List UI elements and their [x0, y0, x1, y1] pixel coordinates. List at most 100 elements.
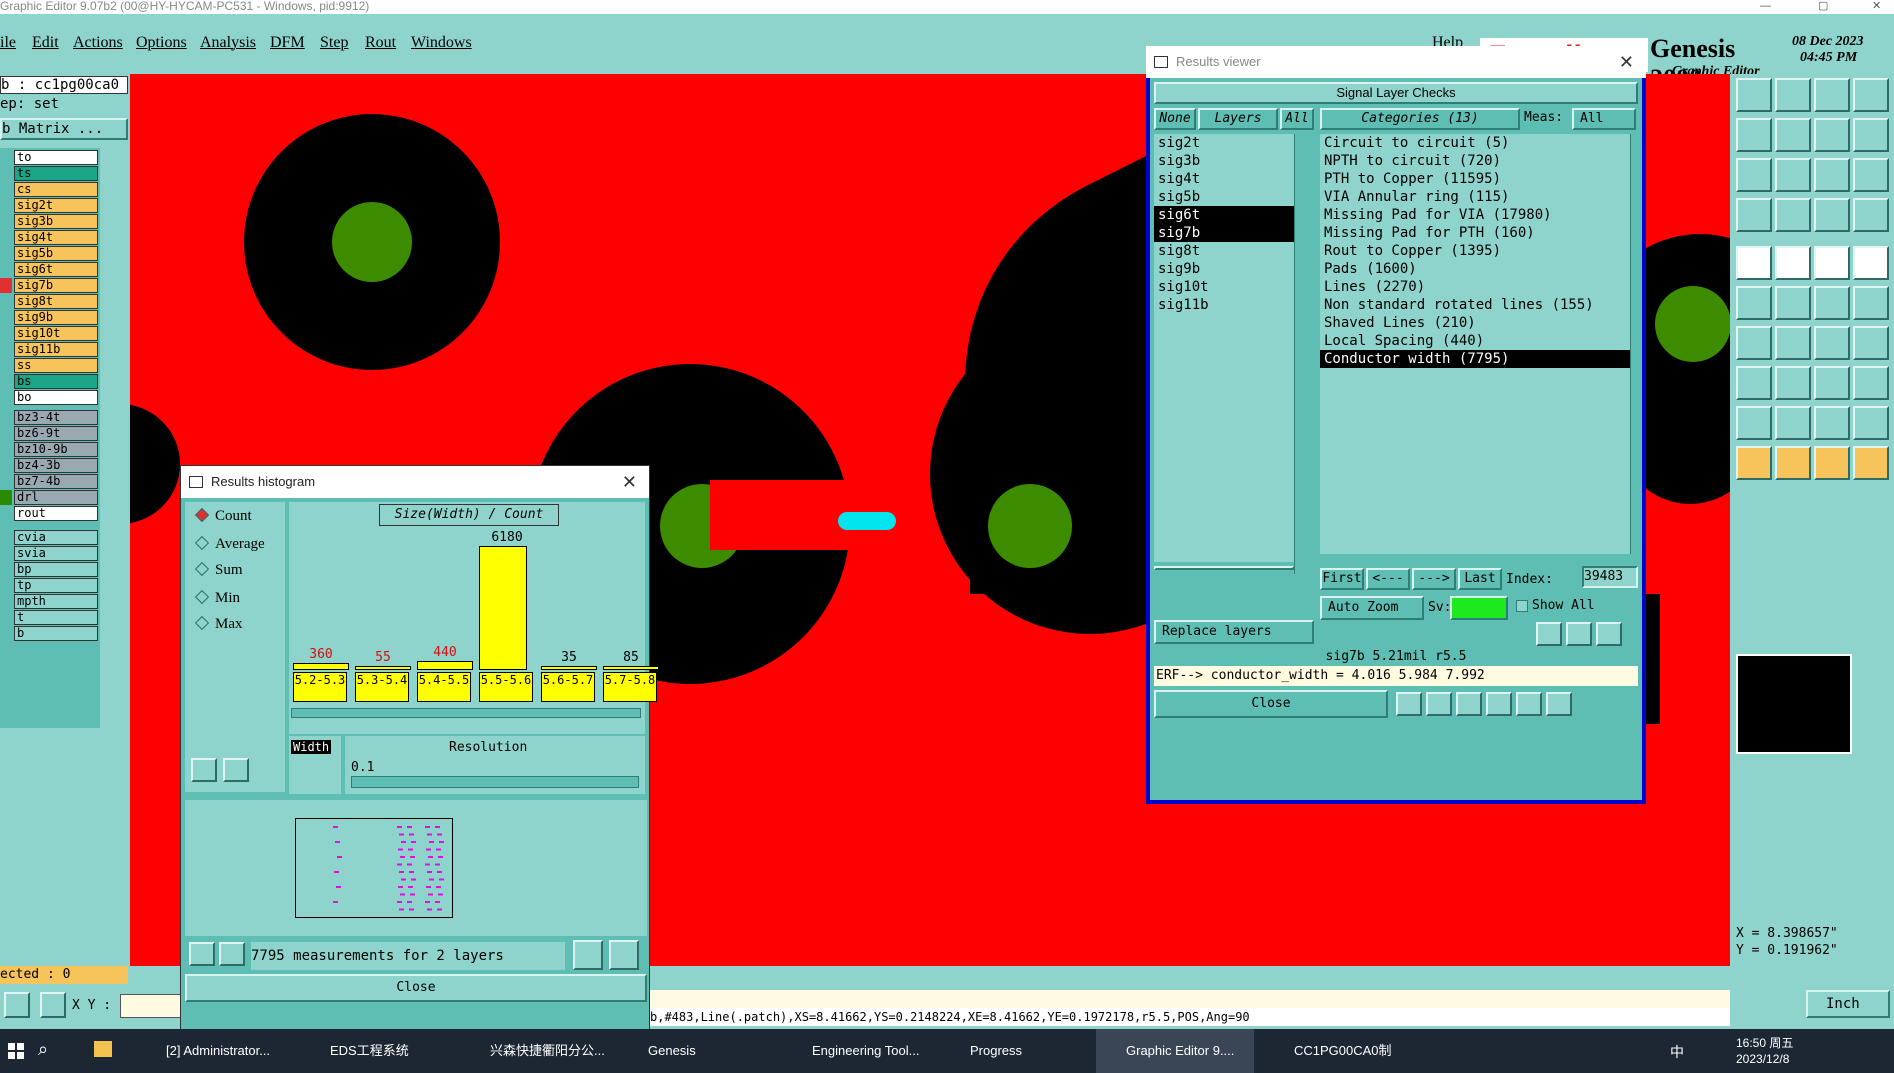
count-option[interactable]: Count — [194, 507, 252, 525]
min-option[interactable]: Min — [194, 589, 240, 607]
line-icon[interactable] — [1775, 326, 1811, 360]
minus-icon[interactable] — [1775, 366, 1811, 400]
cross-icon[interactable] — [1775, 286, 1811, 320]
delete-icon[interactable] — [191, 758, 217, 782]
next-button[interactable]: ---> — [1412, 568, 1456, 590]
layer-row[interactable]: ss — [14, 358, 98, 373]
select-icon[interactable] — [1736, 446, 1772, 480]
category-item[interactable]: Non standard rotated lines (155) — [1320, 296, 1630, 314]
gear-icon[interactable] — [1736, 198, 1772, 232]
layer-row[interactable]: ts — [14, 166, 98, 181]
layer-row[interactable]: sig3b — [14, 214, 98, 229]
close-icon[interactable]: ✕ — [1872, 0, 1881, 12]
refresh-icon[interactable] — [1566, 622, 1592, 646]
filter-icon[interactable] — [1456, 692, 1482, 716]
file-explorer-icon[interactable] — [94, 1041, 112, 1057]
export-icon[interactable] — [1775, 118, 1811, 152]
layer-item[interactable]: sig5b — [1154, 188, 1294, 206]
last-button[interactable]: Last — [1458, 568, 1502, 590]
layer-row[interactable]: sig8t — [14, 294, 98, 309]
xy-input[interactable] — [120, 994, 186, 1018]
histogram-bar[interactable] — [417, 661, 473, 670]
histogram-bar[interactable] — [355, 666, 411, 670]
max-option[interactable]: Max — [194, 615, 243, 633]
layer-item[interactable]: sig4t — [1154, 170, 1294, 188]
cursor-icon[interactable] — [1853, 446, 1889, 480]
layer-row[interactable]: bz7-4b — [14, 474, 98, 489]
auto-zoom-select[interactable]: Auto Zoom — [1320, 596, 1424, 620]
report-icon[interactable] — [1396, 692, 1422, 716]
category-item[interactable]: Conductor width (7795) — [1320, 350, 1630, 368]
delete-icon[interactable] — [189, 942, 215, 966]
maximize-icon[interactable]: ▢ — [1818, 0, 1828, 12]
pick-icon[interactable] — [1775, 446, 1811, 480]
layer-row[interactable]: svia — [14, 546, 98, 561]
menu-dfm[interactable]: DFM — [270, 34, 305, 52]
prev-button[interactable]: <--- — [1366, 568, 1410, 590]
index-field[interactable]: 39483 — [1582, 566, 1638, 588]
taskbar-item[interactable]: Graphic Editor 9.... — [1096, 1029, 1254, 1073]
layer-item[interactable]: sig7b — [1154, 224, 1294, 242]
delete-icon[interactable] — [1536, 622, 1562, 646]
move-icon[interactable] — [1853, 118, 1889, 152]
meas-select[interactable]: All — [1572, 108, 1636, 130]
import-icon[interactable] — [1736, 118, 1772, 152]
close-icon[interactable]: ✕ — [1619, 46, 1634, 78]
pointer-icon[interactable] — [1814, 446, 1850, 480]
menu-edit[interactable]: Edit — [32, 34, 59, 52]
menu-actions[interactable]: Actions — [73, 34, 123, 52]
histogram-bar[interactable] — [479, 546, 527, 670]
layer-row[interactable]: bs — [14, 374, 98, 389]
arrow-up-icon[interactable] — [1736, 406, 1772, 440]
layer-item[interactable]: sig8t — [1154, 242, 1294, 260]
category-list[interactable]: Circuit to circuit (5) NPTH to circuit (7… — [1320, 134, 1630, 554]
taskbar-item[interactable]: Genesis — [618, 1029, 776, 1073]
layer-item[interactable]: sig11b — [1154, 296, 1294, 314]
calc-icon[interactable] — [1486, 692, 1512, 716]
poly-icon[interactable] — [1853, 326, 1889, 360]
dim-icon[interactable] — [1814, 366, 1850, 400]
arch-icon[interactable] — [1853, 406, 1889, 440]
rect-icon[interactable] — [1814, 246, 1850, 280]
pan-icon[interactable] — [1736, 158, 1772, 192]
overview-window[interactable] — [1736, 654, 1852, 754]
layer-list-scrollbar[interactable] — [1294, 134, 1306, 574]
layers-button[interactable]: Layers — [1198, 108, 1278, 130]
layout-icon[interactable] — [1853, 78, 1889, 112]
category-item[interactable]: Local Spacing (440) — [1320, 332, 1630, 350]
layer-item[interactable]: sig3b — [1154, 152, 1294, 170]
ime-indicator[interactable]: 中 — [1670, 1042, 1684, 1062]
arc-icon[interactable] — [1814, 326, 1850, 360]
layer-row[interactable]: cvia — [14, 530, 98, 545]
average-option[interactable]: Average — [194, 535, 265, 553]
close-icon[interactable]: ✕ — [622, 466, 637, 498]
menu-rout[interactable]: Rout — [365, 34, 396, 52]
grid-icon[interactable] — [1775, 198, 1811, 232]
circle-icon[interactable] — [1853, 246, 1889, 280]
category-item[interactable]: Rout to Copper (1395) — [1320, 242, 1630, 260]
search-icon[interactable]: ⌕ — [38, 1039, 48, 1060]
resolution-slider[interactable] — [351, 776, 639, 788]
histogram-bar[interactable] — [293, 662, 349, 670]
chart-scrollbar[interactable] — [291, 708, 641, 718]
menu-analysis[interactable]: Analysis — [200, 34, 256, 52]
category-item[interactable]: Circuit to circuit (5) — [1320, 134, 1630, 152]
layer-results-list[interactable]: sig2t sig3b sig4t sig5b sig6t sig7b sig8t sig9b… — [1154, 134, 1294, 562]
layer-item[interactable]: sig6t — [1154, 206, 1294, 224]
layer-row[interactable]: cs — [14, 182, 98, 197]
net-icon[interactable] — [1736, 286, 1772, 320]
layer-row[interactable]: rout — [14, 506, 98, 521]
layer-row[interactable]: sig5b — [14, 246, 98, 261]
histogram-icon[interactable] — [1546, 692, 1572, 716]
taskbar-item[interactable]: Engineering Tool... — [782, 1029, 940, 1073]
start-icon[interactable] — [8, 1043, 24, 1059]
taskbar-item[interactable]: EDS工程系统 — [300, 1029, 458, 1073]
histogram-bar[interactable] — [541, 666, 597, 670]
category-item[interactable]: Lines (2270) — [1320, 278, 1630, 296]
menu-windows[interactable]: Windows — [411, 34, 472, 52]
measure-icon[interactable] — [4, 992, 30, 1018]
replace-layers-select[interactable]: Replace layers — [1154, 620, 1314, 644]
category-item[interactable]: VIA Annular ring (115) — [1320, 188, 1630, 206]
scale-icon[interactable] — [1814, 158, 1850, 192]
layer-row[interactable]: bo — [14, 390, 98, 405]
